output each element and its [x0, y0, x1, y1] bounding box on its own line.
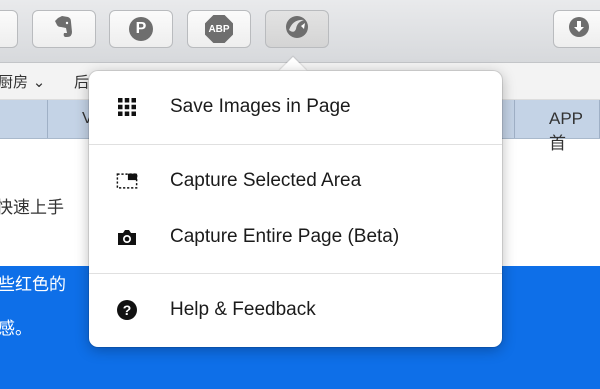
menu-item-capture-selected-area[interactable]: Capture Selected Area: [89, 158, 502, 204]
nav-item-partial[interactable]: 后: [74, 71, 89, 92]
toolbar-button-partial[interactable]: [0, 10, 18, 48]
browser-toolbar: P ABP: [0, 0, 600, 63]
menu-item-help-feedback[interactable]: ? Help & Feedback: [89, 287, 502, 333]
download-button[interactable]: [553, 10, 600, 48]
page-text-line: 些红色的: [0, 275, 66, 295]
download-icon: [568, 16, 590, 43]
screenshot-extension-icon: [284, 14, 310, 45]
evernote-button[interactable]: [32, 10, 96, 48]
screenshot-extension-popup: Save Images in Page Capture Selected Are…: [89, 71, 502, 347]
menu-item-save-images[interactable]: Save Images in Page: [89, 84, 502, 130]
menu-item-label: Help & Feedback: [170, 299, 316, 320]
tab-app[interactable]: APP首: [514, 100, 600, 153]
camera-icon: [116, 226, 138, 248]
nav-item-kitchen[interactable]: 厨房 ⌄: [0, 71, 45, 92]
svg-text:?: ?: [123, 302, 132, 318]
tab-cell[interactable]: [0, 100, 48, 138]
pinterest-button[interactable]: P: [109, 10, 173, 48]
page-text-line: 快速上手: [0, 198, 64, 218]
selection-area-icon: [116, 170, 138, 192]
grid-icon: [116, 96, 138, 118]
page-text-line: 感。: [0, 319, 32, 339]
tab-label: APP首: [549, 109, 584, 153]
menu-divider: [89, 144, 502, 145]
adblock-plus-icon: ABP: [205, 15, 233, 43]
menu-item-label: Save Images in Page: [170, 96, 351, 117]
screenshot-extension-button[interactable]: [265, 10, 329, 48]
evernote-icon: [53, 15, 75, 44]
menu-item-label: Capture Entire Page (Beta): [170, 226, 400, 247]
menu-item-capture-entire-page[interactable]: Capture Entire Page (Beta): [89, 214, 502, 260]
adblock-plus-button[interactable]: ABP: [187, 10, 251, 48]
help-icon: ?: [116, 299, 138, 321]
pinterest-icon: P: [129, 17, 153, 41]
menu-divider: [89, 273, 502, 274]
menu-item-label: Capture Selected Area: [170, 170, 362, 191]
